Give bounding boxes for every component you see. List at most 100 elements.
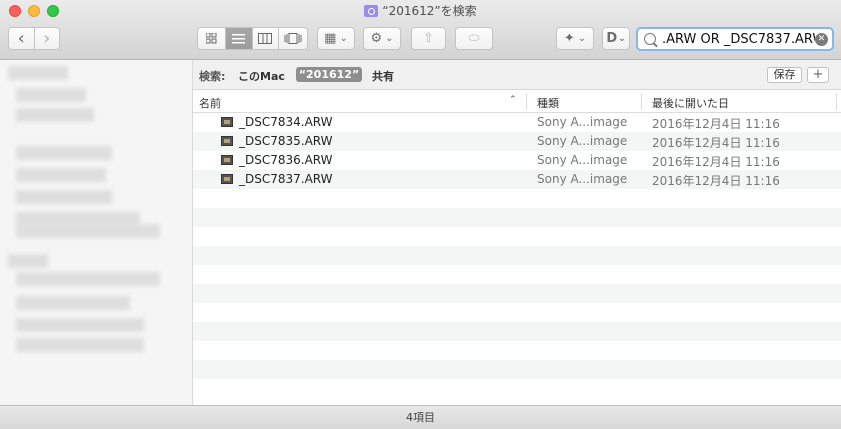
title-bar: “201612”を検索 ‹ › ▦ ⌄ ⚙ ⌄ ⇧ ⬭ ✦ ⌄ D ⌄ .ARW… [0,0,841,60]
coverflow-icon [284,33,302,44]
chevron-down-icon: ⌄ [339,33,348,44]
column-view-button[interactable] [252,28,280,49]
chevron-right-icon: › [43,28,51,49]
arrange-icon: ▦ [324,31,337,46]
chevron-down-icon: ⌄ [618,33,626,44]
file-name: _DSC7836.ARW [239,153,333,167]
chevron-left-icon: ‹ [17,28,25,49]
raw-image-icon [221,136,233,146]
sidebar-item[interactable] [16,190,112,204]
window-title-area: “201612”を検索 [0,3,841,19]
sidebar-item[interactable] [16,296,130,310]
sort-ascending-icon: ⌃ [509,95,517,105]
list-icon [232,33,246,43]
column-divider[interactable] [836,93,837,110]
finder-window: “201612”を検索 ‹ › ▦ ⌄ ⚙ ⌄ ⇧ ⬭ ✦ ⌄ D ⌄ .ARW… [0,0,841,429]
sidebar-item[interactable] [16,146,112,160]
dropbox-button[interactable]: ✦ ⌄ [556,27,594,50]
tags-button[interactable]: ⬭ [455,27,493,50]
save-search-button[interactable]: 保存 [767,67,802,83]
search-icon [644,33,656,45]
empty-row [193,322,841,341]
file-name: _DSC7834.ARW [239,115,333,129]
sidebar-item[interactable] [16,338,144,352]
file-list: _DSC7834.ARW Sony A...image 2016年12月4日 1… [193,113,841,405]
search-field[interactable]: .ARW OR _DSC7837.ARW ✕ [636,27,834,51]
table-row[interactable]: _DSC7837.ARW Sony A...image 2016年12月4日 1… [193,170,841,189]
column-divider[interactable] [526,93,527,110]
empty-row [193,341,841,360]
smart-folder-icon [364,5,379,17]
forward-button[interactable]: › [34,28,59,49]
file-date: 2016年12月4日 11:16 [652,155,780,169]
clear-search-icon[interactable]: ✕ [815,32,828,46]
scope-label: 検索: [199,70,226,83]
file-date: 2016年12月4日 11:16 [652,117,780,131]
d-logo-icon: D [606,31,618,46]
sidebar-item[interactable] [8,66,68,80]
raw-image-icon [221,117,233,127]
chevron-down-icon: ⌄ [577,33,587,44]
action-button[interactable]: ⚙ ⌄ [363,27,401,50]
sidebar-item[interactable] [16,168,106,182]
view-mode-segment [197,27,308,50]
column-divider[interactable] [641,93,642,110]
empty-row [193,246,841,265]
scope-this-mac[interactable]: このMac [238,68,285,84]
scope-folder[interactable]: “201612” [296,67,362,82]
empty-row [193,360,841,379]
empty-row [193,379,841,398]
empty-row [193,303,841,322]
sidebar-item[interactable] [16,108,94,122]
sidebar-item[interactable] [8,254,48,268]
sidebar [0,60,193,405]
dropbox-icon: ✦ [563,31,575,46]
sidebar-item[interactable] [16,224,160,238]
grid-icon [205,33,217,44]
empty-row [193,227,841,246]
tag-icon: ⬭ [468,31,480,46]
file-kind: Sony A...image [537,172,628,186]
chevron-down-icon: ⌄ [385,33,394,44]
back-button[interactable]: ‹ [9,28,35,49]
sidebar-item[interactable] [16,88,86,102]
search-input[interactable]: .ARW OR _DSC7837.ARW [662,32,815,47]
column-header-name[interactable]: 名前 [199,95,221,111]
gear-icon: ⚙ [370,31,383,46]
file-kind: Sony A...image [537,153,628,167]
table-row[interactable]: _DSC7834.ARW Sony A...image 2016年12月4日 1… [193,113,841,132]
sidebar-item[interactable] [16,318,144,332]
add-criteria-button[interactable]: + [807,67,829,83]
column-header-date[interactable]: 最後に開いた日 [652,95,729,111]
empty-row [193,284,841,303]
window-title: “201612”を検索 [382,4,477,18]
table-row[interactable]: _DSC7836.ARW Sony A...image 2016年12月4日 1… [193,151,841,170]
raw-image-icon [221,174,233,184]
file-date: 2016年12月4日 11:16 [652,174,780,188]
table-row[interactable]: _DSC7835.ARW Sony A...image 2016年12月4日 1… [193,132,841,151]
icon-view-button[interactable] [198,28,226,49]
sidebar-item[interactable] [16,272,160,286]
empty-row [193,189,841,208]
share-button[interactable]: ⇧ [411,27,446,50]
columns-icon [258,33,273,44]
empty-row [193,208,841,227]
search-scope-bar: 検索: このMac “201612” 共有 保存 + [193,60,841,90]
navigation-segment: ‹ › [8,27,60,50]
raw-image-icon [221,155,233,165]
empty-row [193,265,841,284]
item-count: 4項目 [406,411,435,424]
file-kind: Sony A...image [537,115,628,129]
column-header-kind[interactable]: 種類 [537,95,559,111]
coverflow-view-button[interactable] [279,28,307,49]
share-icon: ⇧ [423,31,434,46]
arrange-button[interactable]: ▦ ⌄ [317,27,355,50]
extension-d-button[interactable]: D ⌄ [602,27,630,50]
list-view-button[interactable] [225,28,253,49]
file-kind: Sony A...image [537,134,628,148]
column-header: 名前 ⌃ 種類 最後に開いた日 [193,90,841,113]
file-date: 2016年12月4日 11:16 [652,136,780,150]
file-name: _DSC7835.ARW [239,134,333,148]
scope-shared[interactable]: 共有 [372,68,394,84]
file-name: _DSC7837.ARW [239,172,333,186]
